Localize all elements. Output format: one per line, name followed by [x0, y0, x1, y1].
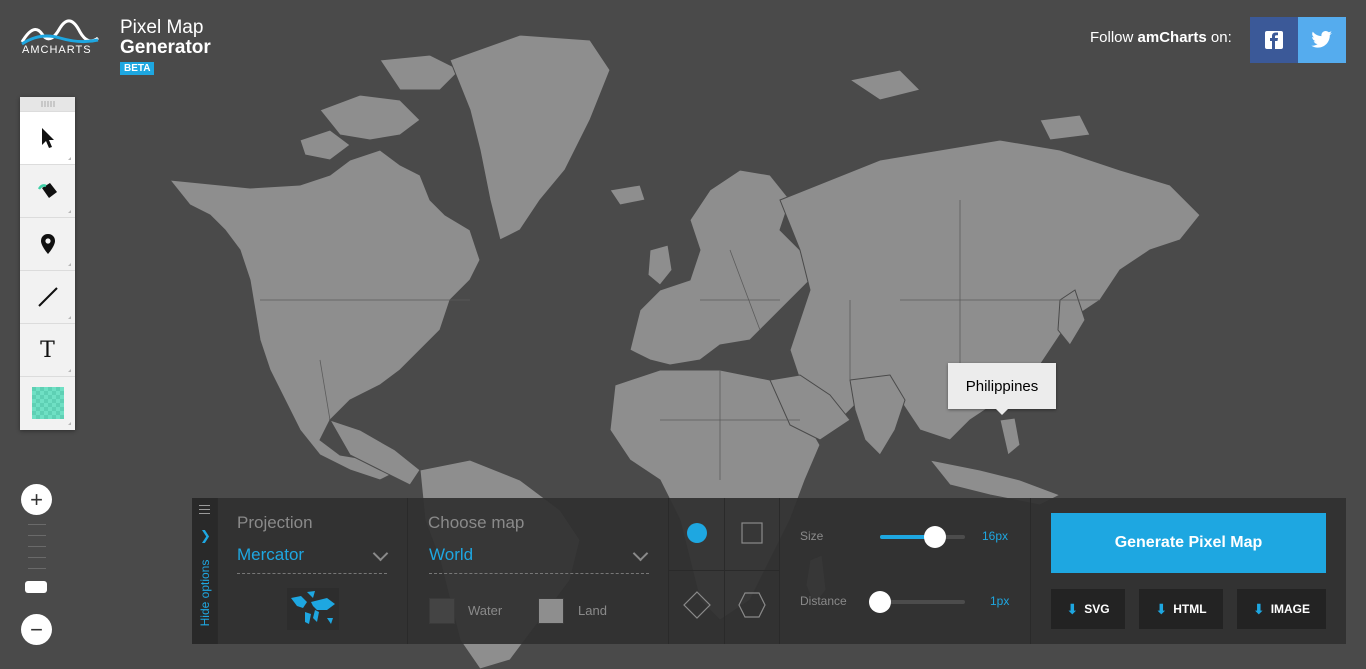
chevron-down-icon[interactable] [632, 545, 649, 562]
pointer-tool[interactable] [20, 111, 75, 164]
map-russian-arctic[interactable] [848, 69, 1091, 141]
download-html-label: HTML [1173, 602, 1207, 616]
download-icon: ⬇ [1066, 600, 1079, 617]
facebook-button[interactable] [1250, 17, 1298, 63]
twitter-icon [1311, 31, 1332, 48]
download-image-label: IMAGE [1270, 602, 1311, 616]
beta-badge: BETA [120, 62, 155, 75]
follow-text: Follow amCharts on: [1090, 29, 1232, 46]
marker-tool[interactable] [20, 217, 75, 270]
land-label: Land [578, 603, 607, 618]
zoom-in-button[interactable]: + [21, 484, 52, 515]
follow-suffix: on: [1206, 29, 1232, 46]
app-title-line2: Generator [120, 37, 211, 58]
color-swatch-icon [31, 387, 64, 419]
download-icon: ⬇ [1155, 600, 1168, 617]
distance-value: 1px [990, 594, 1010, 608]
hide-options-toggle[interactable]: ❯ Hide options [192, 498, 218, 644]
grip-icon [41, 101, 54, 107]
download-html-button[interactable]: ⬇ HTML [1139, 589, 1223, 629]
twitter-button[interactable] [1298, 17, 1346, 63]
zoom-slider-handle[interactable] [25, 581, 47, 593]
size-slider[interactable] [880, 526, 965, 548]
paint-tool[interactable] [20, 164, 75, 217]
map-british-isles[interactable] [609, 184, 673, 286]
hide-options-label: Hide options [198, 559, 212, 627]
panel-divider [1030, 498, 1031, 644]
toolbox: T [20, 97, 75, 430]
generate-pixel-map-button[interactable]: Generate Pixel Map [1051, 513, 1326, 573]
distance-slider-knob[interactable] [869, 591, 891, 613]
download-icon: ⬇ [1252, 600, 1265, 617]
shape-hexagon-option[interactable] [724, 570, 779, 640]
country-tooltip: Philippines [948, 363, 1056, 415]
app-title: Pixel Map Generator [120, 18, 211, 58]
follow-brand: amCharts [1137, 29, 1207, 46]
zoom-slider-track[interactable] [28, 524, 46, 579]
size-label: Size [800, 529, 824, 543]
map-select[interactable]: World [429, 545, 473, 565]
download-svg-button[interactable]: ⬇ SVG [1051, 589, 1125, 629]
download-svg-label: SVG [1084, 602, 1110, 616]
toolbox-drag-handle[interactable] [20, 97, 75, 111]
map-underline [429, 573, 649, 574]
square-icon [740, 522, 763, 544]
size-slider-knob[interactable] [924, 526, 946, 548]
line-icon [37, 287, 58, 307]
text-tool[interactable]: T [20, 323, 75, 376]
download-image-button[interactable]: ⬇ IMAGE [1237, 589, 1326, 629]
facebook-icon [1265, 31, 1283, 49]
projection-select[interactable]: Mercator [237, 545, 304, 565]
map-pin-icon [40, 234, 55, 254]
map-india[interactable] [849, 374, 906, 456]
map-label: Choose map [428, 513, 525, 532]
land-color-swatch[interactable] [538, 598, 564, 624]
map-north-america[interactable] [168, 149, 481, 481]
line-tool[interactable] [20, 270, 75, 323]
diamond-icon [682, 591, 711, 619]
logo-text: AMCHARTS [22, 44, 92, 56]
follow-prefix: Follow [1090, 29, 1138, 46]
size-value: 16px [982, 529, 1009, 543]
projection-label: Projection [237, 513, 313, 532]
menu-icon [199, 505, 210, 517]
hexagon-icon [737, 592, 766, 618]
shape-circle-option[interactable] [669, 498, 724, 568]
chevron-down-icon[interactable] [372, 545, 389, 562]
cursor-arrow-icon [41, 128, 54, 148]
paint-bucket-icon [37, 183, 57, 198]
color-tool[interactable] [20, 376, 75, 429]
water-label: Water [468, 603, 503, 618]
map-arctic-islands[interactable] [299, 54, 461, 161]
projection-preview-icon [287, 588, 339, 630]
zoom-out-button[interactable]: − [21, 614, 52, 645]
water-color-swatch[interactable] [429, 598, 455, 624]
chevron-right-icon: ❯ [200, 528, 211, 543]
projection-underline [237, 573, 387, 574]
app-title-line1: Pixel Map [120, 17, 204, 38]
panel-divider [407, 498, 408, 644]
distance-slider[interactable] [869, 591, 965, 613]
options-panel: ❯ Hide options Projection Mercator Choos… [192, 498, 1346, 644]
shape-square-option[interactable] [724, 498, 779, 568]
panel-divider [779, 498, 780, 644]
distance-label: Distance [800, 594, 847, 608]
map-greenland[interactable] [449, 34, 611, 241]
shape-diamond-option[interactable] [669, 570, 724, 640]
circle-icon [686, 523, 707, 543]
text-icon: T [40, 337, 55, 363]
shape-grid-divider [724, 498, 725, 644]
